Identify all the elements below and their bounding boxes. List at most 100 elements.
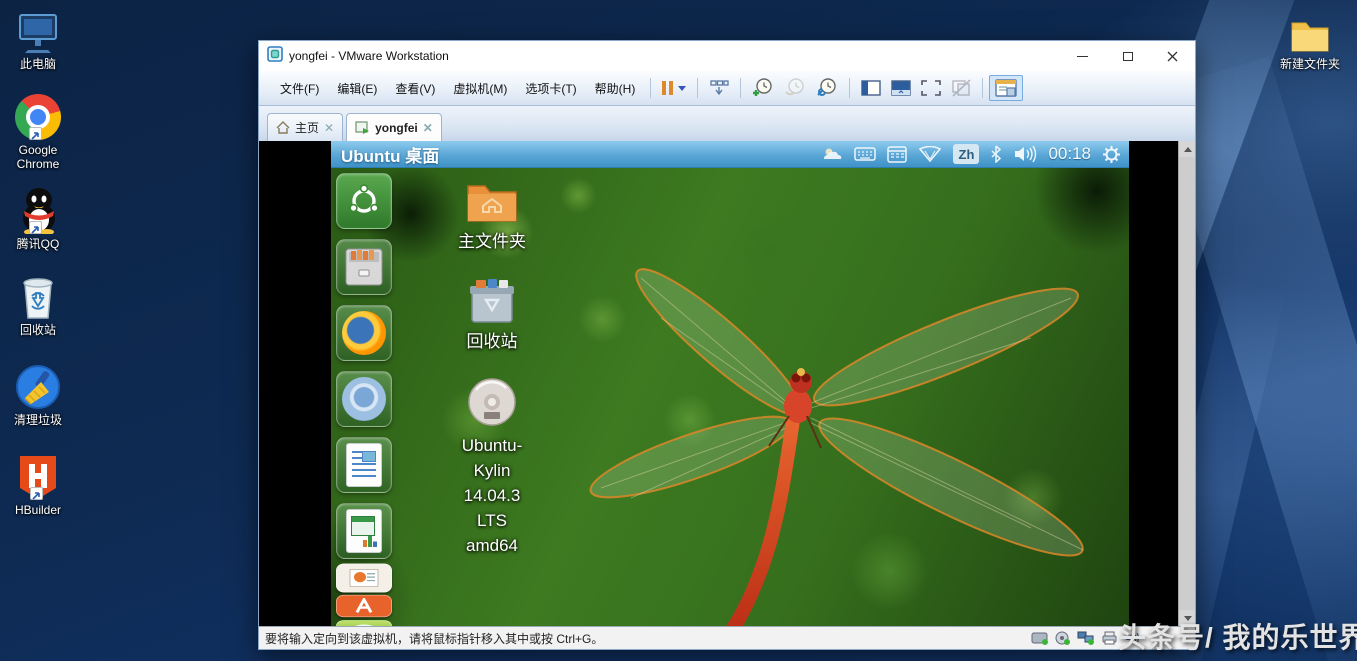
system-tray: Zh 00:18 [821, 144, 1129, 164]
show-library-button[interactable] [856, 75, 886, 101]
calendar-icon[interactable] [887, 145, 908, 163]
launcher-libreoffice-writer[interactable] [336, 437, 392, 493]
menu-edit[interactable]: 编辑(E) [328, 75, 386, 102]
suspend-icon [662, 81, 674, 95]
status-bar: 要将输入定向到该虚拟机，请将鼠标指针移入其中或按 Ctrl+G。 [259, 626, 1195, 649]
scroll-up-arrow[interactable] [1179, 141, 1195, 157]
menu-view[interactable]: 查看(V) [386, 75, 444, 102]
vm-console-area[interactable]: Ubuntu 桌面 Zh 00:18 主文件夹 回收站 Ubuntu-Kylin… [259, 141, 1195, 626]
menu-help[interactable]: 帮助(H) [586, 75, 645, 102]
vm-icon-ubuntu-kylin-dvd[interactable]: Ubuntu-Kylin 14.04.3 LTS amd64 [449, 376, 535, 558]
hard-disk-icon[interactable] [1031, 631, 1049, 645]
vm-icon-label: amd64 [466, 536, 518, 555]
trash-icon [470, 279, 514, 323]
desktop-icon-recycle-bin[interactable]: 回收站 [0, 272, 76, 337]
desktop-icon-label: Google Chrome [16, 143, 60, 171]
desktop-icon-label: 此电脑 [19, 57, 56, 71]
tab-yongfei[interactable]: yongfei ✕ [346, 113, 442, 141]
volume-icon[interactable] [1013, 145, 1037, 163]
fullscreen-icon [921, 80, 942, 96]
launcher-chromium[interactable] [336, 371, 392, 427]
shortcut-arrow-icon [29, 221, 42, 234]
impress-doc-icon [349, 569, 379, 587]
bluetooth-icon[interactable] [990, 145, 1002, 163]
panel-title: Ubuntu 桌面 [341, 146, 440, 166]
unity-mode-button [946, 75, 976, 101]
take-snapshot-button[interactable] [747, 75, 779, 101]
vm-icon-trash[interactable]: 回收站 [449, 278, 535, 354]
launcher-file-manager[interactable] [336, 239, 392, 295]
keyboard-icon[interactable] [854, 146, 877, 162]
ubuntu-wallpaper: 主文件夹 回收站 Ubuntu-Kylin 14.04.3 LTS amd64 [331, 168, 1129, 626]
launcher-libreoffice-calc[interactable] [336, 503, 392, 559]
launcher-libreoffice-impress[interactable] [336, 563, 392, 593]
ubuntu-top-panel: Ubuntu 桌面 Zh 00:18 [331, 141, 1129, 168]
title-bar[interactable]: yongfei - VMware Workstation [259, 41, 1195, 71]
wireless-network-icon[interactable] [918, 146, 942, 162]
toolbar-separator [740, 78, 742, 98]
desktop-icon-hbuilder[interactable]: HBuilder [0, 452, 76, 517]
tab-close-icon[interactable]: ✕ [423, 122, 433, 134]
tab-bar: 主页 ✕ yongfei ✕ [259, 106, 1195, 141]
session-gear-icon[interactable] [1102, 145, 1121, 164]
vm-icon-home-folder[interactable]: 主文件夹 [449, 180, 535, 254]
input-method-indicator[interactable]: Zh [953, 144, 980, 164]
minimize-button[interactable] [1060, 41, 1105, 71]
close-button[interactable] [1150, 41, 1195, 71]
send-ctrl-alt-del-button[interactable] [704, 75, 734, 101]
letter-a-icon [355, 598, 373, 613]
vertical-scrollbar[interactable] [1178, 141, 1195, 626]
toolbar-separator [849, 78, 851, 98]
folder-icon [1272, 6, 1348, 54]
tab-home[interactable]: 主页 ✕ [267, 113, 344, 141]
desktop-icon-this-pc[interactable]: 此电脑 [0, 6, 76, 71]
desktop-icon-label: 新建文件夹 [1279, 57, 1340, 71]
minimize-icon [1077, 55, 1088, 57]
vm-icon-label: Ubuntu-Kylin [461, 436, 523, 480]
launcher-firefox[interactable] [336, 305, 392, 361]
desktop-icon-new-folder[interactable]: 新建文件夹 [1272, 6, 1348, 71]
network-adapter-icon[interactable] [1077, 631, 1095, 645]
menu-tabs[interactable]: 选项卡(T) [516, 75, 585, 102]
vm-desktop-icons: 主文件夹 回收站 Ubuntu-Kylin 14.04.3 LTS amd64 [449, 180, 535, 572]
weather-icon[interactable] [821, 145, 843, 163]
printer-icon[interactable] [1101, 631, 1119, 645]
tab-close-icon[interactable]: ✕ [324, 122, 334, 134]
vm-icon-label: 主文件夹 [458, 232, 526, 251]
writer-doc-icon [346, 443, 382, 487]
snapshot-manager-button[interactable] [811, 75, 843, 101]
ubuntu-logo-icon [349, 184, 379, 213]
tab-label: 主页 [295, 121, 320, 135]
close-icon [1167, 51, 1178, 61]
launcher-dash-home[interactable] [336, 173, 392, 229]
home-folder-icon [467, 185, 517, 222]
desktop-icon-cleaner[interactable]: 清理垃圾 [0, 362, 76, 427]
desktop-icon-tencent-qq[interactable]: 腾讯QQ [0, 186, 76, 251]
suspend-button[interactable] [657, 75, 691, 101]
show-thumbnail-bar-button[interactable] [886, 75, 916, 101]
menu-vm[interactable]: 虚拟机(M) [444, 75, 516, 102]
desktop-icon-label: HBuilder [14, 503, 62, 517]
toolbar-separator [982, 78, 984, 98]
launcher-software-a[interactable] [336, 594, 392, 618]
tab-label: yongfei [375, 120, 418, 135]
chevron-up-icon [1183, 146, 1192, 152]
panel-clock[interactable]: 00:18 [1048, 144, 1091, 164]
watermark-text: 头条号/ 我的乐世界 [1118, 622, 1357, 653]
menu-bar: 文件(F) 编辑(E) 查看(V) 虚拟机(M) 选项卡(T) 帮助(H) [259, 71, 1195, 106]
desktop-icon-google-chrome[interactable]: Google Chrome [0, 92, 76, 171]
vm-icon-label: 回收站 [466, 332, 518, 351]
ubuntu-screen: Ubuntu 桌面 Zh 00:18 主文件夹 回收站 Ubuntu-Kylin… [331, 141, 1129, 626]
enter-fullscreen-button[interactable] [916, 75, 946, 101]
snapshot-manager-icon [817, 78, 837, 96]
show-console-view-button[interactable] [989, 75, 1024, 101]
vm-icon-label: 14.04.3 LTS [463, 486, 521, 530]
menu-file[interactable]: 文件(F) [271, 75, 328, 102]
recycle-bin-icon [0, 272, 76, 320]
maximize-button[interactable] [1105, 41, 1150, 71]
snapshot-clock-icon [753, 78, 773, 96]
cd-dvd-icon[interactable] [1055, 631, 1071, 645]
vmware-window: yongfei - VMware Workstation 文件(F) 编辑(E)… [258, 40, 1196, 650]
hbuilder-icon [0, 452, 76, 500]
shortcut-arrow-icon [30, 487, 43, 500]
